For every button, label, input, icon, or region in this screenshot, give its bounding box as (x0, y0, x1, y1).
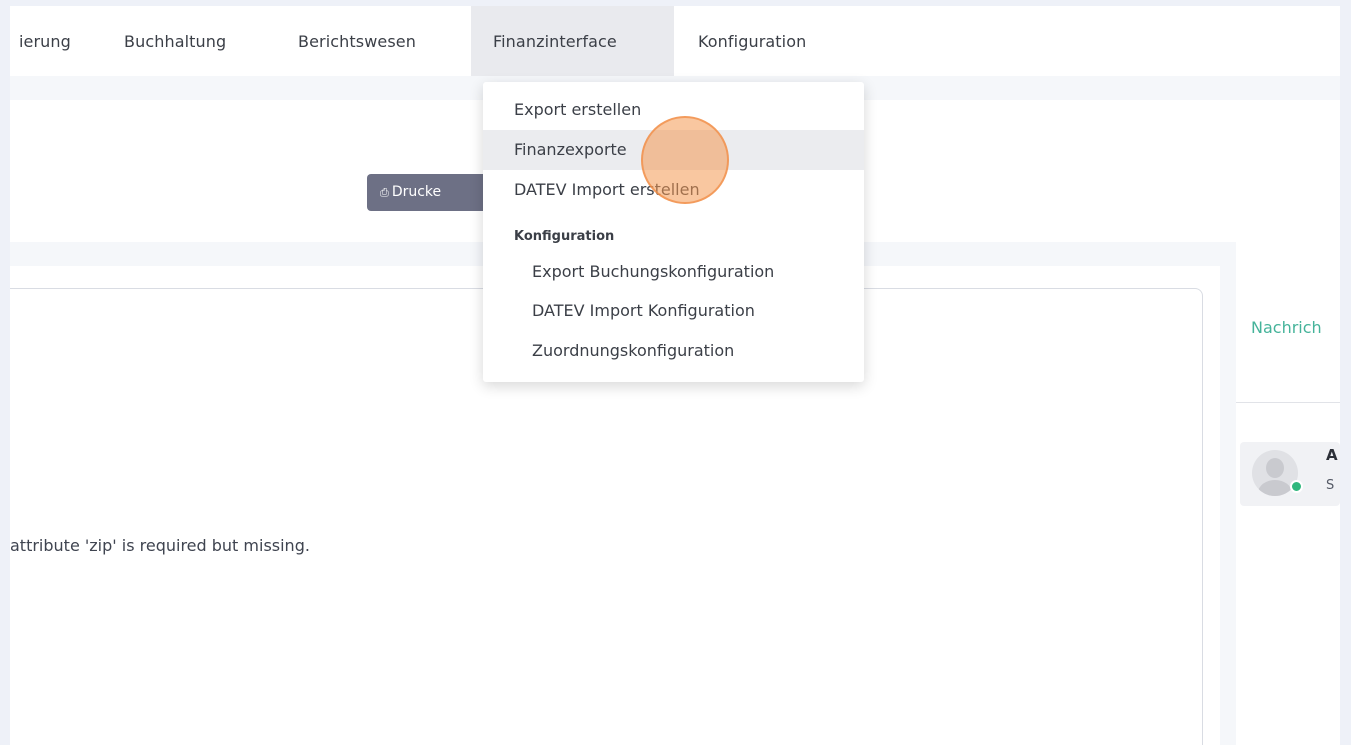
menu-section-header: Konfiguration (514, 229, 615, 244)
user-name: A (1326, 446, 1338, 464)
side-panel: Nachrich A S (1236, 242, 1340, 745)
app-window: ierung Buchhaltung Berichtswesen Finanzi… (10, 6, 1340, 745)
menu-item-export-buchungskonfiguration[interactable]: Export Buchungskonfiguration (483, 252, 864, 292)
menu-item-zuordnungskonfiguration[interactable]: Zuordnungskonfiguration (483, 331, 864, 371)
nav-item-truncated[interactable]: ierung (10, 6, 93, 76)
user-subtitle: S (1326, 478, 1335, 493)
click-highlight-indicator (641, 116, 729, 204)
menu-item-datev-import-konfiguration[interactable]: DATEV Import Konfiguration (483, 291, 864, 331)
error-message: attribute 'zip' is required but missing. (10, 536, 310, 555)
print-button-label: Drucke (391, 184, 442, 200)
online-status-icon (1290, 480, 1303, 493)
avatar-body-shape (1258, 480, 1292, 496)
nav-item-berichtswesen[interactable]: Berichtswesen (276, 6, 438, 76)
divider (1236, 402, 1340, 403)
user-card[interactable]: A S (1240, 442, 1340, 506)
print-button[interactable]: ⎙ Drucke (367, 174, 487, 211)
avatar-head-shape (1266, 458, 1284, 478)
printer-icon: ⎙ (380, 186, 389, 199)
messages-link[interactable]: Nachrich (1251, 318, 1322, 337)
nav-item-konfiguration[interactable]: Konfiguration (676, 6, 828, 76)
nav-item-finanzinterface[interactable]: Finanzinterface (471, 6, 674, 76)
nav-item-buchhaltung[interactable]: Buchhaltung (102, 6, 248, 76)
top-navigation: ierung Buchhaltung Berichtswesen Finanzi… (10, 6, 1340, 76)
